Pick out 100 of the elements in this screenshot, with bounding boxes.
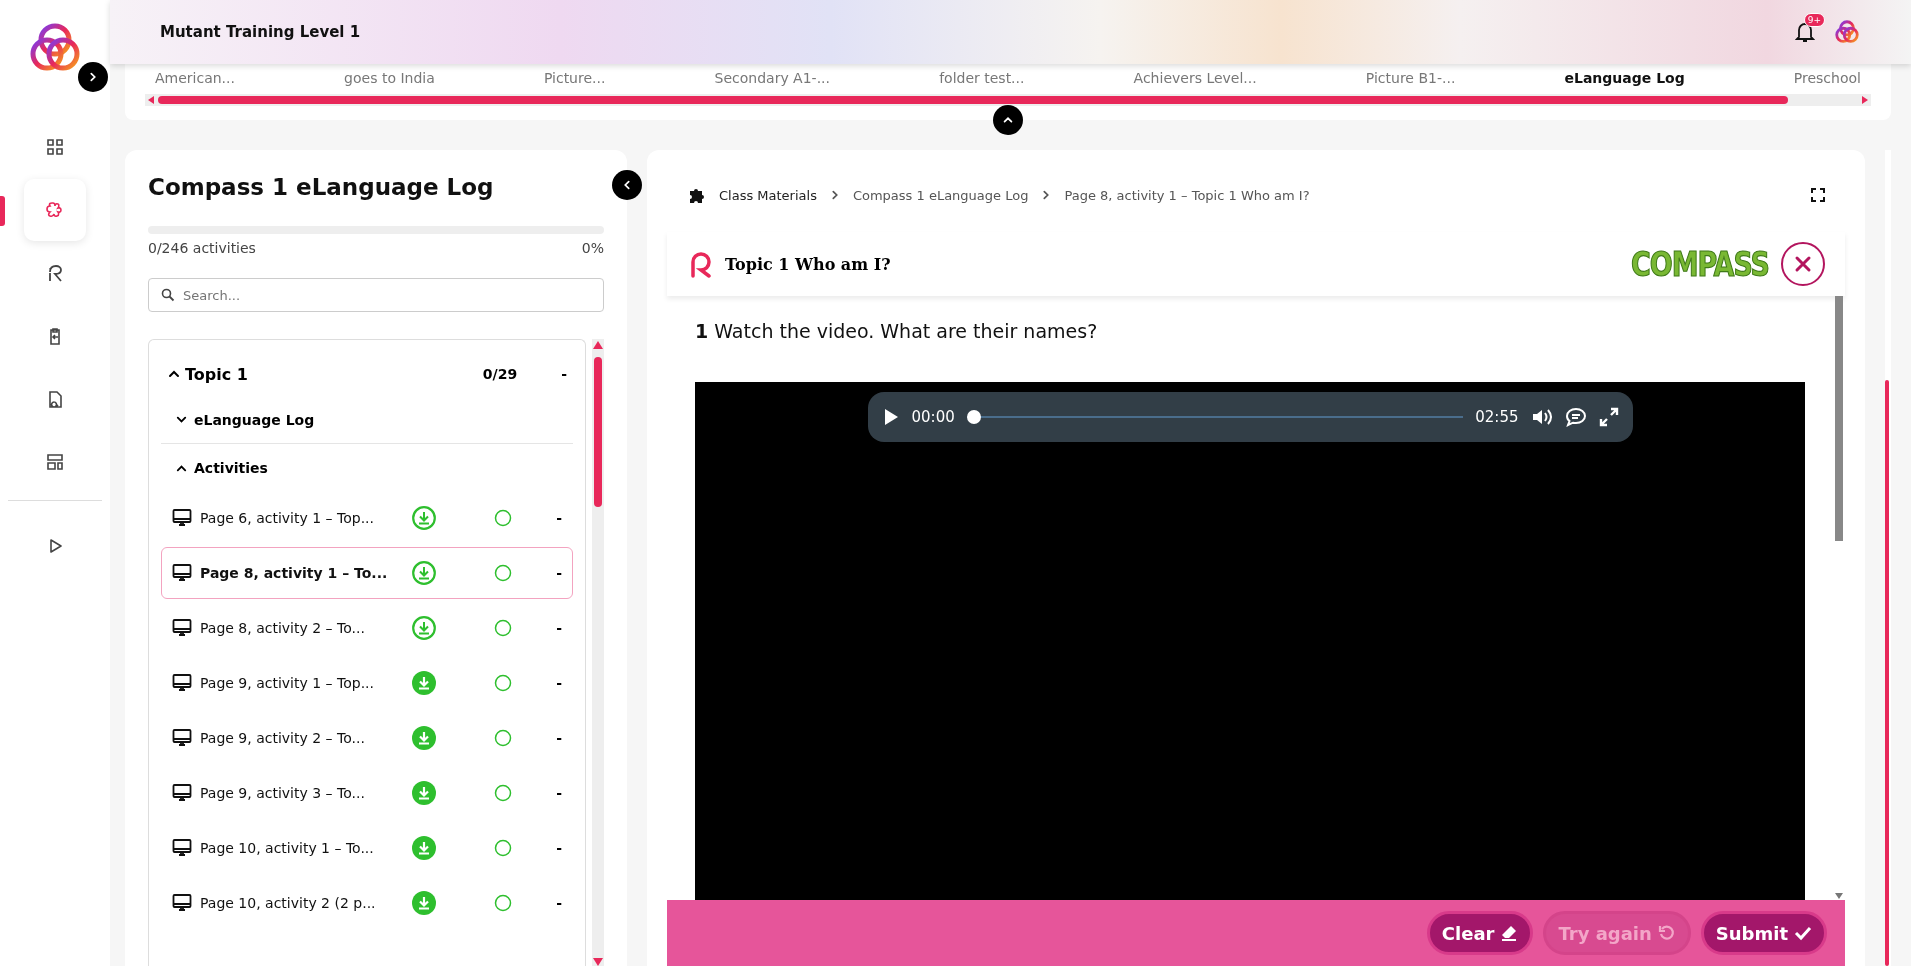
status-circle-icon (494, 619, 512, 637)
section-row[interactable]: eLanguage Log (161, 396, 573, 444)
activity-score: - (556, 730, 562, 746)
page-scrollbar[interactable] (1885, 380, 1889, 966)
section-row[interactable]: Activities (161, 444, 573, 492)
breadcrumb-link[interactable]: Class Materials (719, 187, 817, 203)
search-field[interactable]: Search... (148, 278, 604, 312)
volume-icon[interactable] (1530, 407, 1553, 427)
monitor-icon (172, 563, 192, 583)
layout-icon (45, 452, 65, 472)
download-icon[interactable] (412, 781, 436, 805)
status-circle-icon (494, 894, 512, 912)
activity-row[interactable]: Page 9, activity 2 – To... - (161, 712, 573, 764)
activity-row[interactable]: Page 10, activity 2 (2 p... - (161, 877, 573, 929)
activity-label: Page 6, activity 1 – Top... (200, 510, 375, 526)
topic-score: - (561, 366, 567, 382)
download-icon[interactable] (412, 561, 436, 585)
section-label: eLanguage Log (194, 411, 315, 428)
question-text: 1 Watch the video. What are their names? (695, 320, 1099, 342)
activity-label: Page 10, activity 2 (2 p... (200, 895, 377, 911)
course-tab[interactable]: Preschool (1793, 70, 1861, 86)
close-button[interactable] (1781, 242, 1825, 286)
captions-icon[interactable] (1564, 407, 1587, 427)
activity-label: Page 8, activity 1 – To... (200, 565, 389, 581)
monitor-icon (172, 673, 192, 693)
course-tab[interactable]: Picture B1-... (1365, 70, 1456, 86)
fullscreen-icon[interactable] (1811, 188, 1825, 202)
activity-score: - (556, 510, 562, 526)
course-tab[interactable]: Picture... (543, 70, 606, 86)
active-indicator (0, 195, 5, 226)
course-tab[interactable]: goes to India (344, 70, 435, 86)
download-icon[interactable] (412, 506, 436, 530)
progress-percent: 0% (581, 240, 604, 256)
scroll-right-icon[interactable] (1862, 96, 1868, 104)
course-tab[interactable]: American... (155, 70, 235, 86)
topic-count: 0/29 (482, 366, 518, 382)
grid-icon (45, 137, 65, 157)
topic-row[interactable]: Topic 1 0/29 - (161, 352, 573, 396)
status-circle-icon (494, 564, 512, 582)
download-icon[interactable] (412, 836, 436, 860)
sidebar-item[interactable] (24, 179, 86, 241)
close-icon (1794, 255, 1812, 273)
retry-icon (1657, 924, 1676, 942)
monitor-icon (172, 893, 192, 913)
course-tab[interactable]: Secondary A1-... (714, 70, 830, 86)
status-circle-icon (494, 784, 512, 802)
activity-row[interactable]: Page 10, activity 1 – To... - (161, 822, 573, 874)
scroll-down-icon[interactable] (593, 958, 603, 966)
activity-row[interactable]: Page 8, activity 2 – To... - (161, 602, 573, 654)
scroll-left-icon[interactable] (148, 96, 154, 104)
activity-label: Page 9, activity 2 – To... (200, 730, 366, 746)
activity-label: Page 8, activity 2 – To... (200, 620, 366, 636)
course-tab[interactable]: eLanguage Log (1564, 70, 1685, 86)
bell-icon[interactable] (1795, 21, 1815, 43)
activity-row[interactable]: Page 6, activity 1 – Top... - (161, 492, 573, 544)
seek-thumb[interactable] (966, 410, 981, 424)
topic-label: Topic 1 (185, 364, 249, 384)
download-icon[interactable] (412, 671, 436, 695)
activity-score: - (556, 840, 562, 856)
activity-label: Page 9, activity 3 – To... (200, 785, 366, 801)
collapse-button[interactable] (993, 105, 1023, 135)
expand-sidebar-button[interactable] (78, 62, 108, 92)
submit-button[interactable]: Submit (1700, 911, 1827, 955)
status-circle-icon (494, 729, 512, 747)
activity-label: Page 9, activity 1 – Top... (200, 675, 375, 691)
activity-row[interactable]: Page 9, activity 3 – To... - (161, 767, 573, 819)
clear-button[interactable]: Clear (1426, 911, 1534, 955)
scroll-up-icon[interactable] (593, 341, 603, 349)
course-title: Compass 1 eLanguage Log (148, 174, 495, 200)
page-title: Mutant Training Level 1 (160, 23, 362, 41)
section-label: Activities (194, 460, 268, 476)
breadcrumb-link[interactable]: Compass 1 eLanguage Log (852, 187, 1029, 203)
course-tab[interactable]: Achievers Level... (1133, 70, 1257, 86)
activity-label: Page 10, activity 1 – To... (200, 840, 375, 856)
download-icon[interactable] (412, 616, 436, 640)
eraser-icon (1500, 924, 1519, 942)
monitor-icon (172, 618, 192, 638)
content-scrollbar[interactable] (1835, 296, 1843, 541)
breadcrumb-link[interactable]: Page 8, activity 1 – Topic 1 Who am I? (1064, 187, 1310, 203)
duration-time: 02:55 (1475, 408, 1519, 426)
activity-score: - (556, 620, 562, 636)
monitor-icon (172, 783, 192, 803)
course-tab[interactable]: folder test... (939, 70, 1025, 86)
horizontal-scrollbar[interactable] (158, 96, 1788, 104)
collapse-panel-button[interactable] (612, 170, 642, 200)
activity-row[interactable]: Page 9, activity 1 – Top... - (161, 657, 573, 709)
vertical-scrollbar[interactable] (594, 357, 602, 507)
download-icon[interactable] (412, 726, 436, 750)
activity-title: Topic 1 Who am I? (725, 254, 892, 274)
compass-logo: COMPASS (1630, 244, 1769, 284)
expand-icon[interactable] (1598, 407, 1619, 427)
download-icon[interactable] (412, 891, 436, 915)
activity-score: - (556, 565, 562, 581)
activity-row[interactable]: Page 8, activity 1 – To... - (161, 547, 573, 599)
status-circle-icon (494, 509, 512, 527)
notification-badge: 9+ (1803, 13, 1825, 27)
avatar-logo[interactable] (1833, 18, 1861, 46)
status-circle-icon (494, 839, 512, 857)
monitor-icon (172, 508, 192, 528)
current-time: 00:00 (911, 408, 955, 426)
